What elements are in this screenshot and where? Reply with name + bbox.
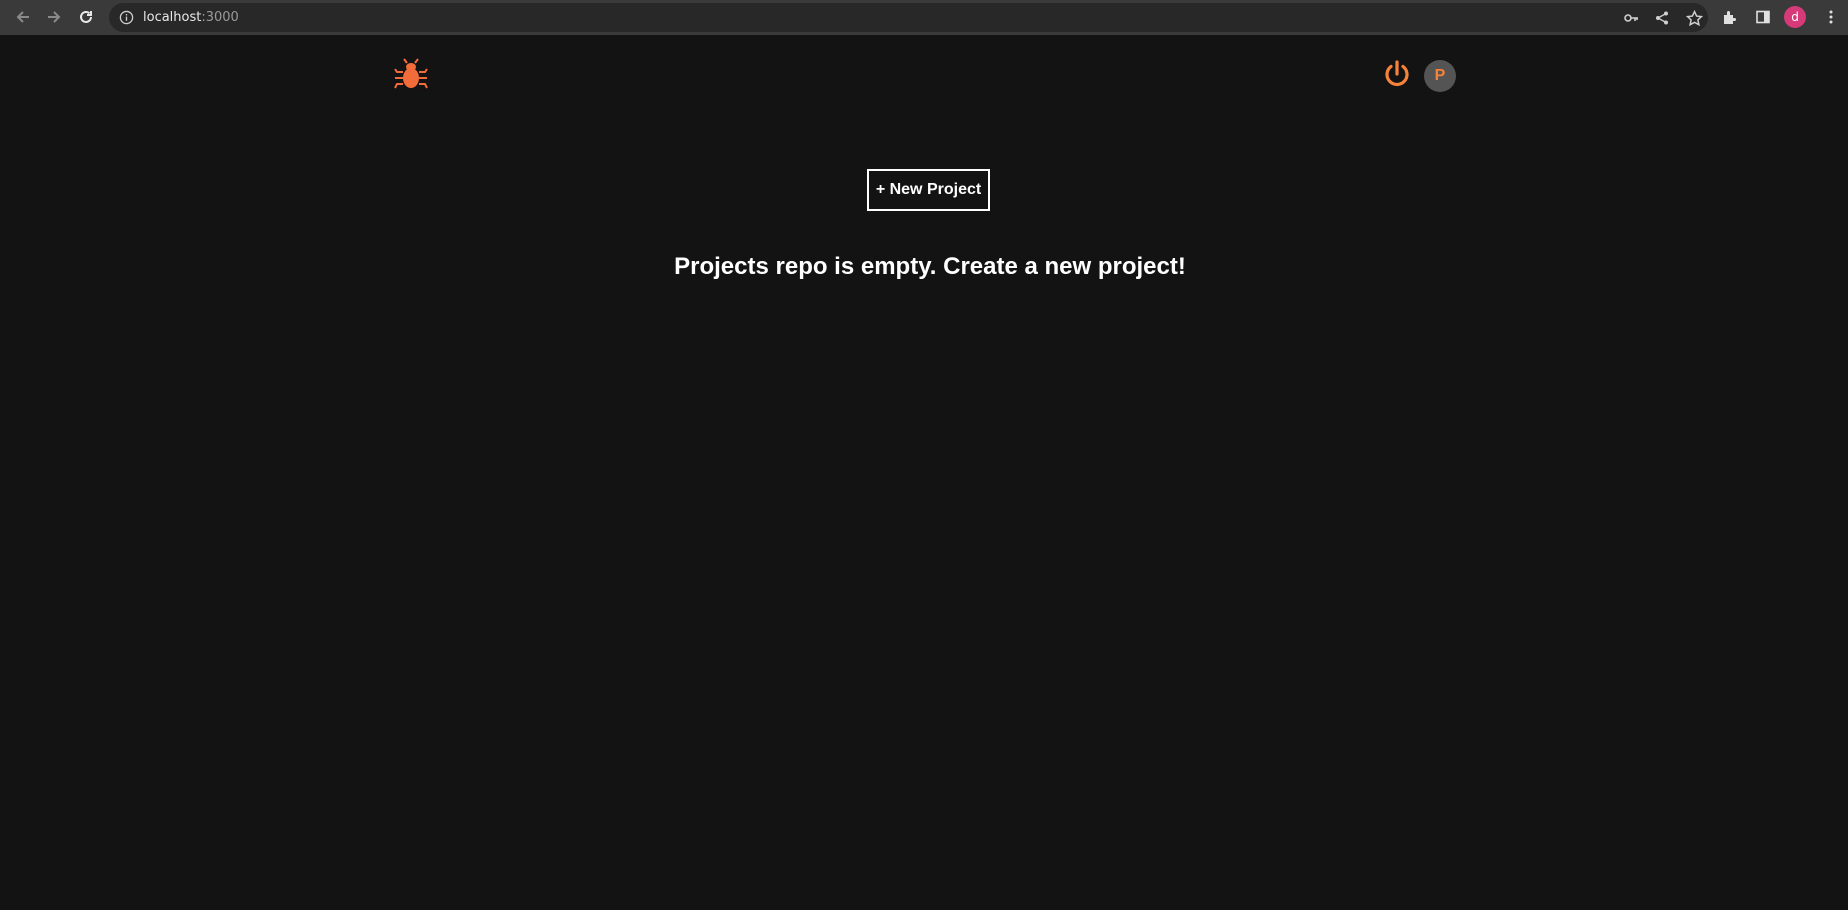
menu-icon[interactable] (1820, 6, 1842, 28)
power-icon (1385, 60, 1409, 87)
forward-icon (48, 11, 61, 23)
reload-icon (80, 10, 92, 23)
address-bar[interactable]: localhost:3000 (109, 3, 1708, 32)
bug-icon[interactable] (393, 57, 429, 93)
browser-toolbar: localhost:3000 d (0, 0, 1848, 35)
extensions-icon[interactable] (1719, 6, 1741, 28)
forward-button[interactable] (39, 2, 69, 32)
url-port: :3000 (201, 10, 239, 25)
reload-button[interactable] (71, 2, 101, 32)
share-icon[interactable] (1652, 8, 1672, 28)
logout-button[interactable] (1381, 58, 1413, 90)
side-panel-icon[interactable] (1752, 6, 1774, 28)
star-icon[interactable] (1684, 8, 1704, 28)
app-root: P + New Project Projects repo is empty. … (0, 35, 1848, 910)
url-host: localhost (143, 10, 202, 25)
new-project-button[interactable]: + New Project (867, 169, 990, 211)
user-avatar[interactable]: P (1424, 60, 1456, 92)
browser-profile-avatar[interactable]: d (1784, 6, 1806, 28)
info-icon[interactable] (119, 10, 134, 30)
back-button[interactable] (8, 2, 38, 32)
back-icon (16, 11, 29, 23)
key-icon[interactable] (1621, 8, 1641, 28)
empty-state-message: Projects repo is empty. Create a new pro… (674, 253, 1186, 280)
url-text: localhost:3000 (143, 10, 239, 25)
